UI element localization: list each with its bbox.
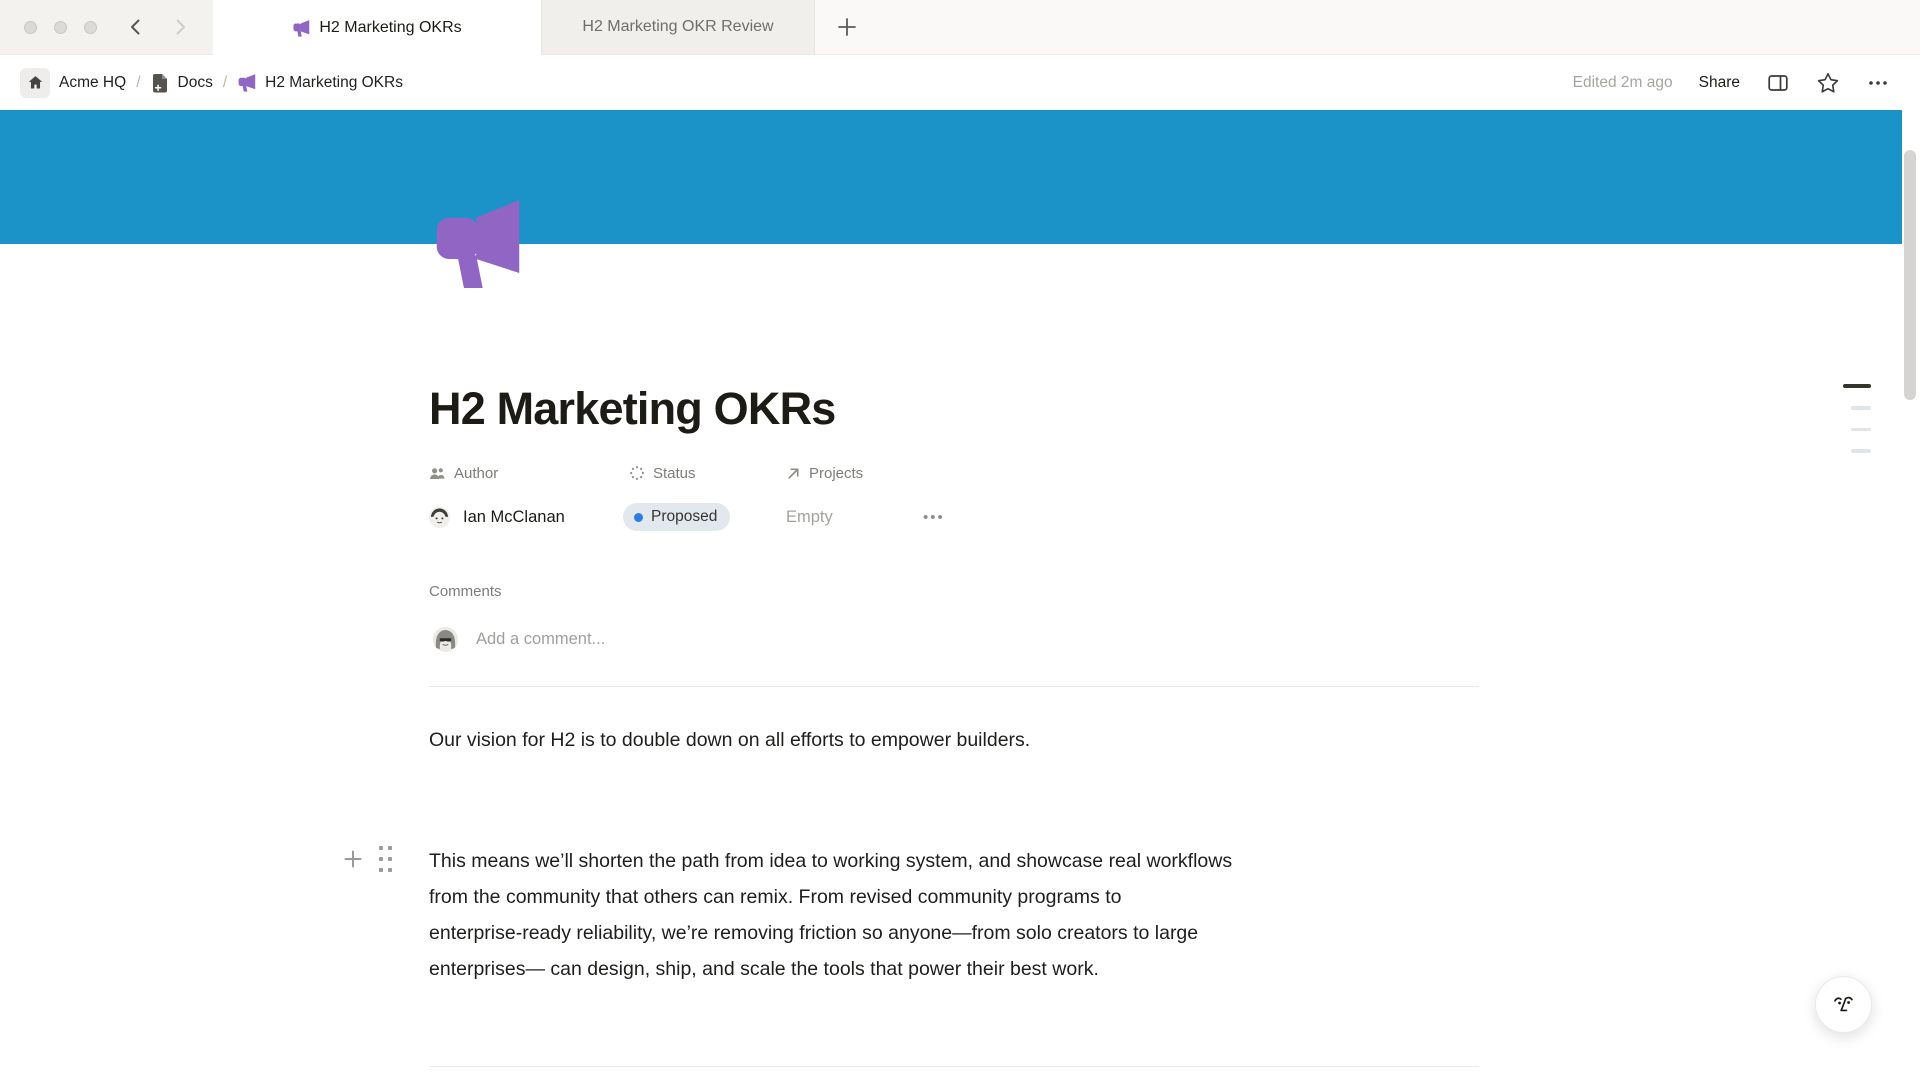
breadcrumb-item-current-page[interactable]: H2 Marketing OKRs — [265, 74, 403, 92]
breadcrumb-item-workspace[interactable]: Acme HQ — [59, 74, 126, 92]
minimize-window-button[interactable] — [54, 21, 67, 34]
page-cover — [0, 110, 1902, 244]
divider — [429, 686, 1479, 687]
projects-empty-text: Empty — [786, 508, 833, 527]
paragraph-block[interactable]: This means we’ll shorten the path from i… — [429, 843, 1489, 987]
property-projects[interactable]: Projects — [786, 462, 863, 484]
status-text: Proposed — [651, 508, 717, 526]
tab-label: H2 Marketing OKRs — [319, 19, 461, 37]
avatar-face-icon — [433, 627, 458, 652]
property-label: Author — [454, 465, 498, 482]
table-of-contents-indicator — [1843, 384, 1871, 453]
paragraph-line: enterprise-ready reliability, we’re remo… — [429, 915, 1489, 951]
share-button[interactable]: Share — [1699, 74, 1740, 92]
page-icon-button[interactable] — [433, 196, 523, 290]
breadcrumb-home-chip[interactable] — [20, 68, 50, 98]
notion-ai-button[interactable] — [1815, 976, 1872, 1033]
paragraph-line: from the community that others can remix… — [429, 879, 1489, 915]
new-document-icon — [151, 73, 169, 93]
close-window-button[interactable] — [24, 21, 37, 34]
toc-item[interactable] — [1851, 428, 1871, 432]
scrollbar-track — [1902, 0, 1920, 1080]
drag-dot-icon — [388, 868, 392, 872]
star-icon — [1816, 71, 1840, 95]
property-label: Projects — [809, 465, 863, 482]
home-icon — [27, 74, 44, 91]
ai-face-icon — [1830, 991, 1857, 1018]
avatar-face-icon — [429, 507, 450, 528]
toc-item[interactable] — [1851, 449, 1871, 453]
breadcrumb-separator: / — [222, 74, 228, 92]
status-pill: Proposed — [623, 503, 730, 531]
status-dot-icon — [634, 513, 643, 522]
author-avatar — [429, 507, 450, 528]
toc-item[interactable] — [1851, 406, 1871, 410]
back-button[interactable] — [126, 0, 146, 54]
spinner-icon — [629, 465, 645, 481]
arrow-up-right-icon — [786, 466, 801, 481]
topbar-actions: Edited 2m ago Share — [1573, 71, 1890, 95]
people-icon — [429, 466, 446, 481]
status-value[interactable]: Proposed — [623, 502, 730, 532]
tab-label: H2 Marketing OKR Review — [582, 18, 773, 36]
app-window: H2 Marketing OKRs H2 Marketing OKR Revie… — [0, 0, 1920, 1080]
paragraph-line: enterprises— can design, ship, and scale… — [429, 951, 1489, 987]
traffic-lights — [24, 0, 97, 54]
side-peek-button[interactable] — [1766, 71, 1790, 95]
property-label: Status — [653, 465, 696, 482]
new-tab-button[interactable] — [830, 0, 864, 54]
drag-handle[interactable] — [375, 845, 395, 873]
sidebar-right-icon — [1766, 71, 1790, 95]
breadcrumb: Acme HQ / Docs / H2 Marketing OKRs — [20, 68, 403, 98]
plus-icon — [836, 16, 858, 38]
drag-dot-icon — [379, 846, 383, 850]
author-name: Ian McClanan — [463, 508, 565, 527]
breadcrumb-item-docs[interactable]: Docs — [178, 74, 213, 92]
current-user-avatar — [433, 627, 458, 652]
property-status[interactable]: Status — [629, 462, 696, 484]
favorite-button[interactable] — [1816, 71, 1840, 95]
add-block-button[interactable] — [341, 845, 365, 873]
tab-h2-marketing-okr-review[interactable]: H2 Marketing OKR Review — [541, 0, 815, 54]
page-title[interactable]: H2 Marketing OKRs — [429, 383, 836, 435]
edited-timestamp: Edited 2m ago — [1573, 74, 1673, 92]
scrollbar-thumb[interactable] — [1904, 150, 1916, 400]
add-comment-input[interactable]: Add a comment... — [476, 630, 605, 649]
projects-value[interactable]: Empty — [786, 502, 833, 532]
drag-dot-icon — [379, 868, 383, 872]
more-options-button[interactable] — [1866, 71, 1890, 95]
drag-dot-icon — [388, 857, 392, 861]
megaphone-icon — [292, 19, 310, 37]
ellipsis-icon — [1866, 71, 1890, 95]
chevron-right-icon — [170, 17, 190, 37]
drag-dot-icon — [388, 846, 392, 850]
zoom-window-button[interactable] — [84, 21, 97, 34]
paragraph-block[interactable]: Our vision for H2 is to double down on a… — [429, 722, 1489, 758]
divider — [429, 1066, 1479, 1067]
breadcrumb-separator: / — [135, 74, 141, 92]
properties-panel: Author Status Projects — [429, 462, 1049, 546]
paragraph-line: This means we’ll shorten the path from i… — [429, 843, 1489, 879]
plus-icon — [342, 848, 364, 870]
author-value[interactable]: Ian McClanan — [429, 502, 565, 532]
toc-item-active[interactable] — [1843, 384, 1871, 388]
forward-button[interactable] — [170, 0, 190, 54]
comments-heading: Comments — [429, 583, 502, 600]
properties-more-button[interactable]: ••• — [923, 502, 945, 532]
tab-h2-marketing-okrs[interactable]: H2 Marketing OKRs — [213, 0, 541, 55]
block-controls — [341, 845, 395, 873]
chevron-left-icon — [126, 17, 146, 37]
top-bar: Acme HQ / Docs / H2 Marketing OKRs Edite… — [0, 55, 1920, 110]
property-author[interactable]: Author — [429, 462, 498, 484]
tab-bar: H2 Marketing OKRs H2 Marketing OKR Revie… — [0, 0, 1920, 55]
drag-dot-icon — [379, 857, 383, 861]
add-comment-row[interactable]: Add a comment... — [433, 627, 605, 652]
megaphone-icon — [237, 73, 256, 92]
megaphone-icon — [433, 196, 523, 290]
